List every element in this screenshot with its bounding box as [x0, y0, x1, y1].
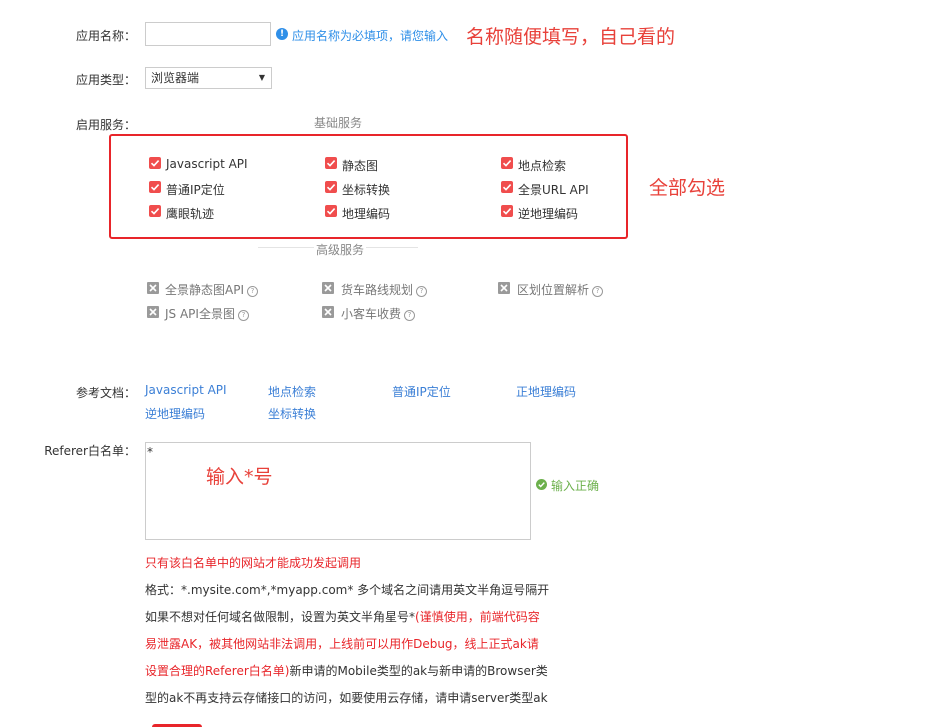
note-line-2: 格式：*.mysite.com*,*myapp.com* 多个域名之间请用英文半… [145, 583, 550, 597]
note-line-3-b: (谨慎使用，前端代码容 [415, 610, 540, 624]
service-ip-location: 普通IP定位 [166, 183, 225, 197]
note-line-4: 易泄露AK，被其他网站非法调用，上线前可以用作Debug，线上正式ak请 [145, 637, 539, 651]
checkbox-disabled-icon [498, 282, 510, 294]
basic-services-title: 基础服务 [314, 116, 363, 130]
app-name-input[interactable] [145, 22, 271, 46]
checkbox-checked-icon[interactable] [149, 181, 161, 193]
service-javascript-api: Javascript API [166, 157, 248, 171]
advanced-service-item: 货车路线规划? [341, 281, 428, 298]
checkbox-disabled-icon [147, 306, 159, 318]
note-line-5-b: 新申请的Mobile类型的ak与新申请的Browser类 [289, 664, 548, 678]
checkbox-disabled-icon [147, 282, 159, 294]
service-eagle-track: 鹰眼轨迹 [166, 207, 215, 221]
advanced-services-title: 高级服务 [314, 241, 367, 258]
note-line-3: 如果不想对任何域名做限制，设置为英文半角星号*(谨慎使用，前端代码容 [145, 608, 540, 625]
checkbox-disabled-icon [322, 306, 334, 318]
service-geocoding: 地理编码 [342, 207, 391, 221]
advanced-service-label: 区划位置解析 [517, 283, 590, 297]
warning-icon: ! [276, 28, 288, 40]
checkbox-disabled-icon [322, 282, 334, 294]
referer-value: * [147, 445, 153, 459]
doc-link-ip-location[interactable]: 普通IP定位 [392, 383, 451, 400]
advanced-service-label: 小客车收费 [341, 307, 402, 321]
checkbox-checked-icon[interactable] [149, 205, 161, 217]
advanced-service-label: 全景静态图API [165, 283, 244, 297]
help-icon[interactable]: ? [247, 286, 258, 297]
checkbox-checked-icon[interactable] [325, 181, 337, 193]
annotation-name-hint: 名称随便填写，自己看的 [466, 26, 676, 48]
doc-link-place-search[interactable]: 地点检索 [268, 383, 316, 400]
note-line-5: 设置合理的Referer白名单)新申请的Mobile类型的ak与新申请的Brow… [145, 662, 548, 679]
note-line-3-a: 如果不想对任何域名做限制，设置为英文半角星号* [145, 610, 416, 624]
checkbox-checked-icon[interactable] [149, 157, 161, 169]
help-icon[interactable]: ? [404, 310, 416, 321]
advanced-service-item: 小客车收费? [341, 305, 416, 322]
service-reverse-geocoding: 逆地理编码 [518, 207, 579, 221]
advanced-service-item: 全景静态图API? [165, 281, 258, 298]
referer-textarea[interactable]: * [145, 442, 531, 540]
help-icon[interactable]: ? [416, 286, 428, 297]
advanced-service-item: JS API全景图? [165, 305, 249, 322]
checkbox-checked-icon[interactable] [501, 157, 513, 169]
note-line-1: 只有该白名单中的网站才能成功发起调用 [145, 556, 362, 570]
service-place-search: 地点检索 [518, 159, 567, 173]
docs-label: 参考文档： [75, 386, 136, 400]
doc-link-javascript-api[interactable]: Javascript API [145, 383, 227, 397]
checkbox-checked-icon[interactable] [501, 205, 513, 217]
checkbox-checked-icon[interactable] [325, 157, 337, 169]
app-type-label: 应用类型： [75, 73, 136, 87]
app-type-select[interactable]: 浏览器端 ▼ [145, 67, 272, 89]
service-panorama-url-api: 全景URL API [518, 183, 589, 197]
doc-link-coord-convert[interactable]: 坐标转换 [268, 405, 316, 422]
app-type-value: 浏览器端 [151, 71, 200, 85]
caret-down-icon: ▼ [258, 73, 265, 82]
doc-link-reverse-geocoding[interactable]: 逆地理编码 [145, 405, 205, 422]
service-coord-convert: 坐标转换 [342, 183, 391, 197]
referer-label: Referer白名单： [44, 444, 136, 458]
checkbox-checked-icon[interactable] [501, 181, 513, 193]
app-name-warning: 应用名称为必填项，请您输入 [292, 29, 449, 43]
doc-link-geocoding[interactable]: 正地理编码 [516, 383, 576, 400]
advanced-service-item: 区划位置解析? [517, 281, 604, 298]
referer-ok-text: 输入正确 [551, 479, 600, 493]
annotation-select-all: 全部勾选 [649, 177, 726, 199]
checkbox-checked-icon[interactable] [325, 205, 337, 217]
note-line-6: 型的ak不再支持云存储接口的访问，如要使用云存储，请申请server类型ak [145, 691, 548, 705]
advanced-service-label: JS API全景图 [165, 307, 235, 321]
services-label: 启用服务： [75, 118, 136, 132]
advanced-service-label: 货车路线规划 [341, 283, 414, 297]
annotation-asterisk-hint: 输入*号 [206, 466, 273, 488]
check-circle-icon [536, 479, 547, 490]
app-name-label: 应用名称： [75, 29, 136, 43]
note-line-5-a: 设置合理的Referer白名单) [145, 664, 290, 678]
help-icon[interactable]: ? [237, 310, 249, 321]
help-icon[interactable]: ? [592, 286, 604, 297]
service-static-map: 静态图 [342, 159, 379, 173]
